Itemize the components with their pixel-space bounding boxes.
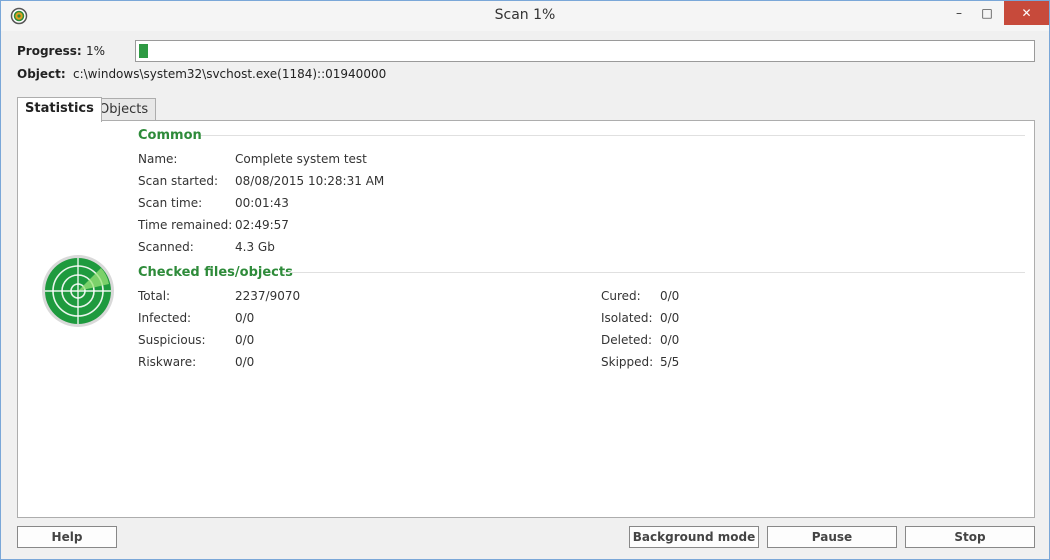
- help-button[interactable]: Help: [17, 526, 117, 548]
- name-label: Name:: [138, 152, 178, 166]
- time-remained-value: 02:49:57: [235, 218, 289, 232]
- scanned-label: Scanned:: [138, 240, 194, 254]
- name-value: Complete system test: [235, 152, 367, 166]
- maximize-icon: □: [981, 6, 993, 20]
- background-mode-button[interactable]: Background mode: [629, 526, 759, 548]
- deleted-value: 0/0: [660, 333, 680, 347]
- progress-label: Progress:: [17, 44, 82, 58]
- total-value: 2237/9070: [235, 289, 301, 303]
- infected-label: Infected:: [138, 311, 192, 325]
- suspicious-value: 0/0: [235, 333, 255, 347]
- riskware-value: 0/0: [235, 355, 255, 369]
- isolated-label: Isolated:: [601, 311, 653, 325]
- progress-percent: 1%: [86, 44, 106, 58]
- scan-window: Scan 1% – □ ✕ Progress: 1% Object: c:\wi…: [0, 0, 1050, 560]
- pause-button[interactable]: Pause: [767, 526, 897, 548]
- close-icon: ✕: [1021, 6, 1032, 20]
- progress-bar: [135, 40, 1035, 62]
- progress-bar-fill: [139, 44, 148, 58]
- scan-time-value: 00:01:43: [235, 196, 289, 210]
- scanned-value: 4.3 Gb: [235, 240, 275, 254]
- checked-section-title: Checked files/objects: [138, 265, 293, 280]
- radar-scan-icon: [42, 255, 114, 327]
- common-section-title: Common: [138, 128, 202, 143]
- scan-started-value: 08/08/2015 10:28:31 AM: [235, 174, 385, 188]
- object-label: Object:: [17, 67, 66, 81]
- title-bar[interactable]: Scan 1% – □ ✕: [1, 1, 1049, 31]
- skipped-label: Skipped:: [601, 355, 654, 369]
- stop-button[interactable]: Stop: [905, 526, 1035, 548]
- infected-value: 0/0: [235, 311, 255, 325]
- tab-statistics[interactable]: Statistics: [17, 97, 102, 122]
- deleted-label: Deleted:: [601, 333, 653, 347]
- total-label: Total:: [138, 289, 171, 303]
- scan-time-label: Scan time:: [138, 196, 203, 210]
- checked-divider: [283, 272, 1025, 273]
- object-path: c:\windows\system32\svchost.exe(1184)::0…: [73, 67, 387, 81]
- close-button[interactable]: ✕: [1004, 1, 1049, 25]
- minimize-icon: –: [956, 6, 962, 20]
- cured-value: 0/0: [660, 289, 680, 303]
- suspicious-label: Suspicious:: [138, 333, 206, 347]
- riskware-label: Riskware:: [138, 355, 197, 369]
- maximize-button[interactable]: □: [971, 1, 1003, 25]
- window-title: Scan 1%: [494, 7, 556, 23]
- scan-started-label: Scan started:: [138, 174, 218, 188]
- cured-label: Cured:: [601, 289, 641, 303]
- common-divider: [201, 135, 1025, 136]
- time-remained-label: Time remained:: [138, 218, 233, 232]
- skipped-value: 5/5: [660, 355, 680, 369]
- isolated-value: 0/0: [660, 311, 680, 325]
